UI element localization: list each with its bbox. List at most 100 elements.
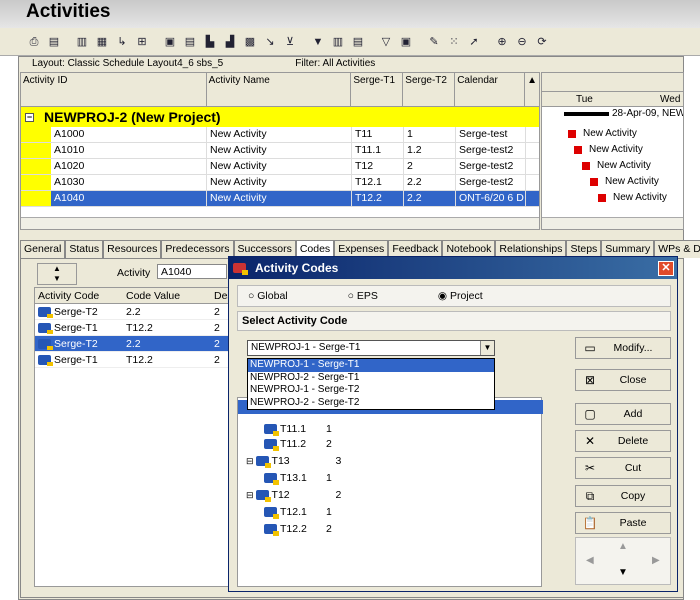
activity-id: A1010 [51, 143, 207, 158]
chevron-down-icon[interactable]: ▼ [480, 341, 494, 355]
tree-node[interactable]: ⊟ T12 2 [246, 488, 341, 502]
project-row[interactable]: − NEWPROJ-2 (New Project) [21, 107, 539, 127]
table-row[interactable]: A1040 New Activity T12.2 2.2 ONT-6/20 6 D [21, 191, 539, 207]
move-down-icon[interactable]: ▼ [618, 567, 628, 578]
columns-icon[interactable]: ▥ [74, 35, 90, 49]
paste-button[interactable]: 📋 Paste [575, 512, 671, 534]
expand-icon[interactable]: ⊟ [246, 490, 254, 501]
gantt-bar[interactable] [598, 194, 606, 202]
activity-id: A1020 [51, 159, 207, 174]
radio-eps[interactable]: ○ EPS [348, 290, 378, 302]
col-code-value[interactable]: Code Value [123, 290, 211, 302]
tab-status[interactable]: Status [65, 240, 104, 258]
calendar-value: Serge-test [456, 127, 526, 142]
col-calendar[interactable]: Calendar [455, 73, 526, 106]
scroll-up-icon[interactable]: ▲ [525, 73, 539, 106]
cut-button[interactable]: ✂ Cut [575, 457, 671, 479]
table-row[interactable]: A1030 New Activity T12.1 2.2 Serge-test2 [21, 175, 539, 191]
dropdown-option[interactable]: NEWPROJ-1 - Serge-T1 [248, 359, 494, 372]
summary-bar[interactable] [564, 112, 609, 116]
copy-button[interactable]: ⧉ Copy [575, 485, 671, 507]
gantt-bar-label: New Activity [589, 144, 643, 155]
table-scrollbar[interactable] [21, 217, 539, 229]
tree-node[interactable]: T11.1 1 [264, 422, 332, 436]
reorder-arrows[interactable]: ▲ ▼ [37, 263, 77, 285]
activity-field[interactable]: A1040 [157, 264, 227, 279]
move-up-icon[interactable]: ▲ [618, 541, 628, 552]
close-button[interactable]: ⊠ Close [575, 369, 671, 391]
network-icon[interactable]: ⊞ [134, 35, 150, 49]
tree-node[interactable]: T12.1 1 [264, 505, 332, 519]
print-preview-icon[interactable]: ▤ [46, 35, 62, 49]
layout-label[interactable]: Layout: Classic Schedule Layout4_6 sbs_5 [20, 58, 223, 72]
col-serge-t2[interactable]: Serge-T2 [403, 73, 456, 106]
dropdown-option[interactable]: NEWPROJ-1 - Serge-T2 [248, 384, 494, 397]
gantt-bar[interactable] [582, 162, 590, 170]
move-left-icon[interactable]: ◀ [586, 555, 594, 566]
table-icon[interactable]: ▤ [182, 35, 198, 49]
progress-icon[interactable]: ↘ [262, 35, 278, 49]
schedule-icon[interactable]: ▣ [398, 35, 414, 49]
list-item[interactable]: Serge-T2 2.2 2 [35, 304, 229, 320]
radio-project[interactable]: ◉ Project [438, 290, 483, 302]
activity-code-cell: Serge-T2 [35, 338, 123, 350]
tree-node[interactable]: ⊟ T13 3 [246, 454, 341, 468]
spreadsheet-icon[interactable]: ▩ [242, 35, 258, 49]
trace-icon[interactable]: ⊻ [282, 35, 298, 49]
list-item[interactable]: Serge-T1 T12.2 2 [35, 352, 229, 368]
collapse-icon[interactable]: − [25, 112, 34, 122]
activity-code-icon [264, 524, 279, 536]
table-row[interactable]: A1000 New Activity T11 1 Serge-test [21, 127, 539, 143]
zoom-in-icon[interactable]: ⊕ [494, 35, 510, 49]
filter-icon[interactable]: ▼ [310, 35, 326, 49]
layout-icon[interactable]: ▣ [162, 35, 178, 49]
list-item[interactable]: Serge-T2 2.2 2 [35, 336, 229, 352]
navigate-icon[interactable]: ➚ [466, 35, 482, 49]
col-activity-name[interactable]: Activity Name [207, 73, 352, 106]
activity-code-icon [264, 424, 279, 436]
close-icon[interactable]: ✕ [658, 260, 674, 276]
gantt-bar[interactable] [574, 146, 582, 154]
modify-button[interactable]: ▭ Modify... [575, 337, 671, 359]
table-row[interactable]: A1010 New Activity T11.1 1.2 Serge-test2 [21, 143, 539, 159]
dropdown-option[interactable]: NEWPROJ-2 - Serge-T1 [248, 372, 494, 385]
add-button[interactable]: ▢ Add [575, 403, 671, 425]
expand-icon[interactable]: ⊟ [246, 456, 254, 467]
radio-global[interactable]: ○ Global [248, 290, 288, 302]
zoom-out-icon[interactable]: ⊖ [514, 35, 530, 49]
delete-button[interactable]: ✕ Delete [575, 430, 671, 452]
gantt-scrollbar[interactable] [542, 217, 683, 229]
activity-code-select[interactable]: NEWPROJ-1 - Serge-T1 ▼ [247, 340, 495, 356]
group-icon[interactable]: ▥ [330, 35, 346, 49]
move-right-icon[interactable]: ▶ [652, 555, 660, 566]
dropdown-option[interactable]: NEWPROJ-2 - Serge-T2 [248, 397, 494, 410]
codes-header: Activity Code Code Value Des [35, 288, 229, 304]
list-item[interactable]: Serge-T1 T12.2 2 [35, 320, 229, 336]
bars-icon[interactable]: ▦ [94, 35, 110, 49]
print-icon[interactable]: ⎙ [26, 35, 42, 49]
chart-icon[interactable]: ▙ [202, 35, 218, 49]
gantt-bar[interactable] [568, 130, 576, 138]
tab-predecessors[interactable]: Predecessors [161, 240, 234, 258]
level-icon[interactable]: ✎ [426, 35, 442, 49]
col-activity-id[interactable]: Activity ID [21, 73, 207, 106]
outline-icon[interactable]: ▽ [378, 35, 394, 49]
filter-label[interactable]: Filter: All Activities [283, 58, 375, 72]
tree-node[interactable]: T12.2 2 [264, 522, 332, 536]
tab-general[interactable]: General [20, 240, 66, 258]
dialog-title: Activity Codes [255, 261, 339, 275]
refresh-icon[interactable]: ⟳ [534, 35, 550, 49]
tab-resources[interactable]: Resources [103, 240, 162, 258]
gantt-bar[interactable] [590, 178, 598, 186]
histogram-icon[interactable]: ▟ [222, 35, 238, 49]
row-indent [21, 143, 51, 158]
col-activity-code[interactable]: Activity Code [35, 290, 123, 302]
sort-icon[interactable]: ▤ [350, 35, 366, 49]
assign-icon[interactable]: ⁙ [446, 35, 462, 49]
tree-node[interactable]: T11.2 2 [264, 437, 332, 451]
relationships-icon[interactable]: ↳ [114, 35, 130, 49]
col-description[interactable]: Des [211, 290, 229, 302]
table-row[interactable]: A1020 New Activity T12 2 Serge-test2 [21, 159, 539, 175]
tree-node[interactable]: T13.1 1 [264, 471, 332, 485]
col-serge-t1[interactable]: Serge-T1 [351, 73, 404, 106]
